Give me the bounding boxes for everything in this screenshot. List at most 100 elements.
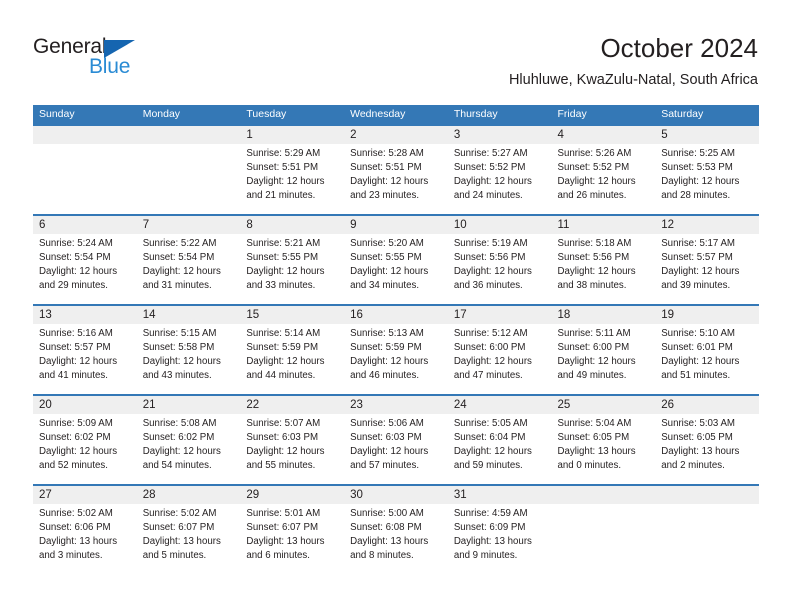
day-number: 14 <box>142 309 156 321</box>
sunrise-text: Sunrise: 5:20 AM <box>350 238 424 249</box>
daylight-text-2: and 57 minutes. <box>350 460 420 471</box>
day-cell[interactable]: Sunrise: 5:01 AM Sunset: 6:07 PM Dayligh… <box>240 504 344 572</box>
sunset-text: Sunset: 5:54 PM <box>39 252 111 263</box>
sunset-text: Sunset: 6:03 PM <box>246 432 319 443</box>
sunset-text: Sunset: 5:57 PM <box>39 342 111 353</box>
day-cell[interactable]: Sunrise: 5:19 AM Sunset: 5:56 PM Dayligh… <box>448 234 552 304</box>
daylight-text-1: Daylight: 12 hours <box>557 176 636 187</box>
calendar-week-row: 20 21 22 23 24 25 26 Sunrise: 5:09 AM Su… <box>33 394 759 484</box>
day-number: 11 <box>557 219 570 231</box>
day-cell[interactable]: Sunrise: 5:17 AM Sunset: 5:57 PM Dayligh… <box>655 234 759 304</box>
daylight-text-1: Daylight: 12 hours <box>453 446 532 457</box>
day-cell[interactable]: Sunrise: 5:10 AM Sunset: 6:01 PM Dayligh… <box>655 324 759 394</box>
sunrise-text: Sunrise: 5:21 AM <box>246 238 321 249</box>
day-number: 30 <box>350 489 363 501</box>
day-cell[interactable]: Sunrise: 5:13 AM Sunset: 5:59 PM Dayligh… <box>344 324 448 394</box>
day-cell[interactable] <box>137 144 241 214</box>
daylight-text-2: and 23 minutes. <box>350 190 420 201</box>
daylight-text-1: Daylight: 12 hours <box>661 176 740 187</box>
weekday-header-wednesday: Wednesday <box>350 108 406 120</box>
day-number: 5 <box>661 129 668 141</box>
sunrise-text: Sunrise: 5:17 AM <box>661 238 735 249</box>
day-cell[interactable]: Sunrise: 5:24 AM Sunset: 5:54 PM Dayligh… <box>33 234 137 304</box>
day-cell[interactable]: Sunrise: 5:27 AM Sunset: 5:52 PM Dayligh… <box>448 144 552 214</box>
day-cell[interactable]: Sunrise: 5:12 AM Sunset: 6:00 PM Dayligh… <box>448 324 552 394</box>
sunset-text: Sunset: 5:51 PM <box>350 162 422 173</box>
day-cell[interactable] <box>552 504 656 572</box>
calendar-page: General Blue October 2024 Hluhluwe, KwaZ… <box>0 0 792 612</box>
day-cell[interactable]: Sunrise: 5:15 AM Sunset: 5:58 PM Dayligh… <box>137 324 241 394</box>
day-cell[interactable]: Sunrise: 5:11 AM Sunset: 6:00 PM Dayligh… <box>552 324 656 394</box>
week-body: Sunrise: 5:16 AM Sunset: 5:57 PM Dayligh… <box>33 324 759 394</box>
day-cell[interactable]: Sunrise: 5:28 AM Sunset: 5:51 PM Dayligh… <box>344 144 448 214</box>
day-cell[interactable]: Sunrise: 5:07 AM Sunset: 6:03 PM Dayligh… <box>240 414 344 484</box>
day-number: 12 <box>661 219 675 231</box>
day-cell[interactable]: Sunrise: 5:02 AM Sunset: 6:06 PM Dayligh… <box>33 504 137 572</box>
day-number: 1 <box>246 129 253 141</box>
daylight-text-2: and 6 minutes. <box>246 550 310 561</box>
day-cell[interactable]: Sunrise: 5:08 AM Sunset: 6:02 PM Dayligh… <box>137 414 241 484</box>
day-cell[interactable]: Sunrise: 5:06 AM Sunset: 6:03 PM Dayligh… <box>344 414 448 484</box>
day-cell[interactable] <box>33 144 137 214</box>
sunset-text: Sunset: 5:56 PM <box>557 252 630 263</box>
day-number: 10 <box>453 219 467 231</box>
weekday-header-friday: Friday <box>557 108 587 120</box>
sunrise-text: Sunrise: 5:29 AM <box>246 148 321 159</box>
week-body: Sunrise: 5:09 AM Sunset: 6:02 PM Dayligh… <box>33 414 759 484</box>
sunset-text: Sunset: 6:05 PM <box>557 432 630 443</box>
day-cell[interactable]: Sunrise: 5:29 AM Sunset: 5:51 PM Dayligh… <box>240 144 344 214</box>
sunrise-text: Sunrise: 5:02 AM <box>142 508 217 519</box>
day-cell[interactable]: Sunrise: 5:02 AM Sunset: 6:07 PM Dayligh… <box>137 504 241 572</box>
daylight-text-2: and 36 minutes. <box>453 280 523 291</box>
day-cell[interactable] <box>655 504 759 572</box>
daylight-text-1: Daylight: 12 hours <box>142 356 221 367</box>
day-number: 25 <box>557 399 571 411</box>
week-daynumber-band: 13 14 15 16 17 18 19 <box>33 306 759 324</box>
daylight-text-1: Daylight: 12 hours <box>246 176 325 187</box>
sunset-text: Sunset: 6:01 PM <box>661 342 733 353</box>
day-number: 4 <box>557 129 564 141</box>
page-subtitle: Hluhluwe, KwaZulu-Natal, South Africa <box>508 72 758 88</box>
weekday-header-sunday: Sunday <box>39 108 75 120</box>
daylight-text-2: and 46 minutes. <box>350 370 420 381</box>
sunrise-text: Sunrise: 5:03 AM <box>661 418 735 429</box>
day-cell[interactable]: Sunrise: 5:25 AM Sunset: 5:53 PM Dayligh… <box>655 144 759 214</box>
day-cell[interactable]: Sunrise: 5:05 AM Sunset: 6:04 PM Dayligh… <box>448 414 552 484</box>
day-cell[interactable]: Sunrise: 5:20 AM Sunset: 5:55 PM Dayligh… <box>344 234 448 304</box>
day-cell[interactable]: Sunrise: 5:22 AM Sunset: 5:54 PM Dayligh… <box>137 234 241 304</box>
day-cell[interactable]: Sunrise: 5:26 AM Sunset: 5:52 PM Dayligh… <box>552 144 656 214</box>
day-cell[interactable]: Sunrise: 5:09 AM Sunset: 6:02 PM Dayligh… <box>33 414 137 484</box>
page-header: General Blue October 2024 Hluhluwe, KwaZ… <box>0 0 792 100</box>
sunrise-text: Sunrise: 5:06 AM <box>350 418 424 429</box>
day-number: 31 <box>453 489 467 501</box>
day-number: 7 <box>142 219 150 231</box>
sunset-text: Sunset: 6:06 PM <box>39 522 111 533</box>
sunset-text: Sunset: 6:09 PM <box>453 522 526 533</box>
sunset-text: Sunset: 5:53 PM <box>661 162 733 173</box>
daylight-text-1: Daylight: 12 hours <box>246 266 325 277</box>
day-cell[interactable]: Sunrise: 5:14 AM Sunset: 5:59 PM Dayligh… <box>240 324 344 394</box>
daylight-text-2: and 5 minutes. <box>142 550 207 561</box>
day-cell[interactable]: Sunrise: 5:00 AM Sunset: 6:08 PM Dayligh… <box>344 504 448 572</box>
day-cell[interactable]: Sunrise: 5:21 AM Sunset: 5:55 PM Dayligh… <box>240 234 344 304</box>
day-number: 19 <box>661 309 675 321</box>
sunrise-text: Sunrise: 5:02 AM <box>39 508 113 519</box>
sunrise-text: Sunrise: 5:18 AM <box>557 238 632 249</box>
daylight-text-1: Daylight: 12 hours <box>350 266 429 277</box>
sunrise-text: Sunrise: 5:27 AM <box>453 148 528 159</box>
day-cell[interactable]: Sunrise: 5:16 AM Sunset: 5:57 PM Dayligh… <box>33 324 137 394</box>
general-blue-logo: General Blue <box>33 36 213 84</box>
day-cell[interactable]: Sunrise: 5:18 AM Sunset: 5:56 PM Dayligh… <box>552 234 656 304</box>
daylight-text-2: and 52 minutes. <box>39 460 108 471</box>
week-daynumber-band: 20 21 22 23 24 25 26 <box>33 396 759 414</box>
day-cell[interactable]: Sunrise: 5:03 AM Sunset: 6:05 PM Dayligh… <box>655 414 759 484</box>
week-daynumber-band: 6 7 8 9 10 11 12 <box>33 216 759 234</box>
calendar-week-row: 27 28 29 30 31 Sunrise: 5:02 AM Sunset: … <box>33 484 759 572</box>
day-cell[interactable]: Sunrise: 4:59 AM Sunset: 6:09 PM Dayligh… <box>448 504 552 572</box>
sunset-text: Sunset: 5:55 PM <box>350 252 422 263</box>
daylight-text-2: and 2 minutes. <box>661 460 725 471</box>
day-cell[interactable]: Sunrise: 5:04 AM Sunset: 6:05 PM Dayligh… <box>552 414 656 484</box>
daylight-text-1: Daylight: 12 hours <box>453 266 532 277</box>
sunrise-text: Sunrise: 5:14 AM <box>246 328 321 339</box>
week-body: Sunrise: 5:29 AM Sunset: 5:51 PM Dayligh… <box>33 144 759 214</box>
